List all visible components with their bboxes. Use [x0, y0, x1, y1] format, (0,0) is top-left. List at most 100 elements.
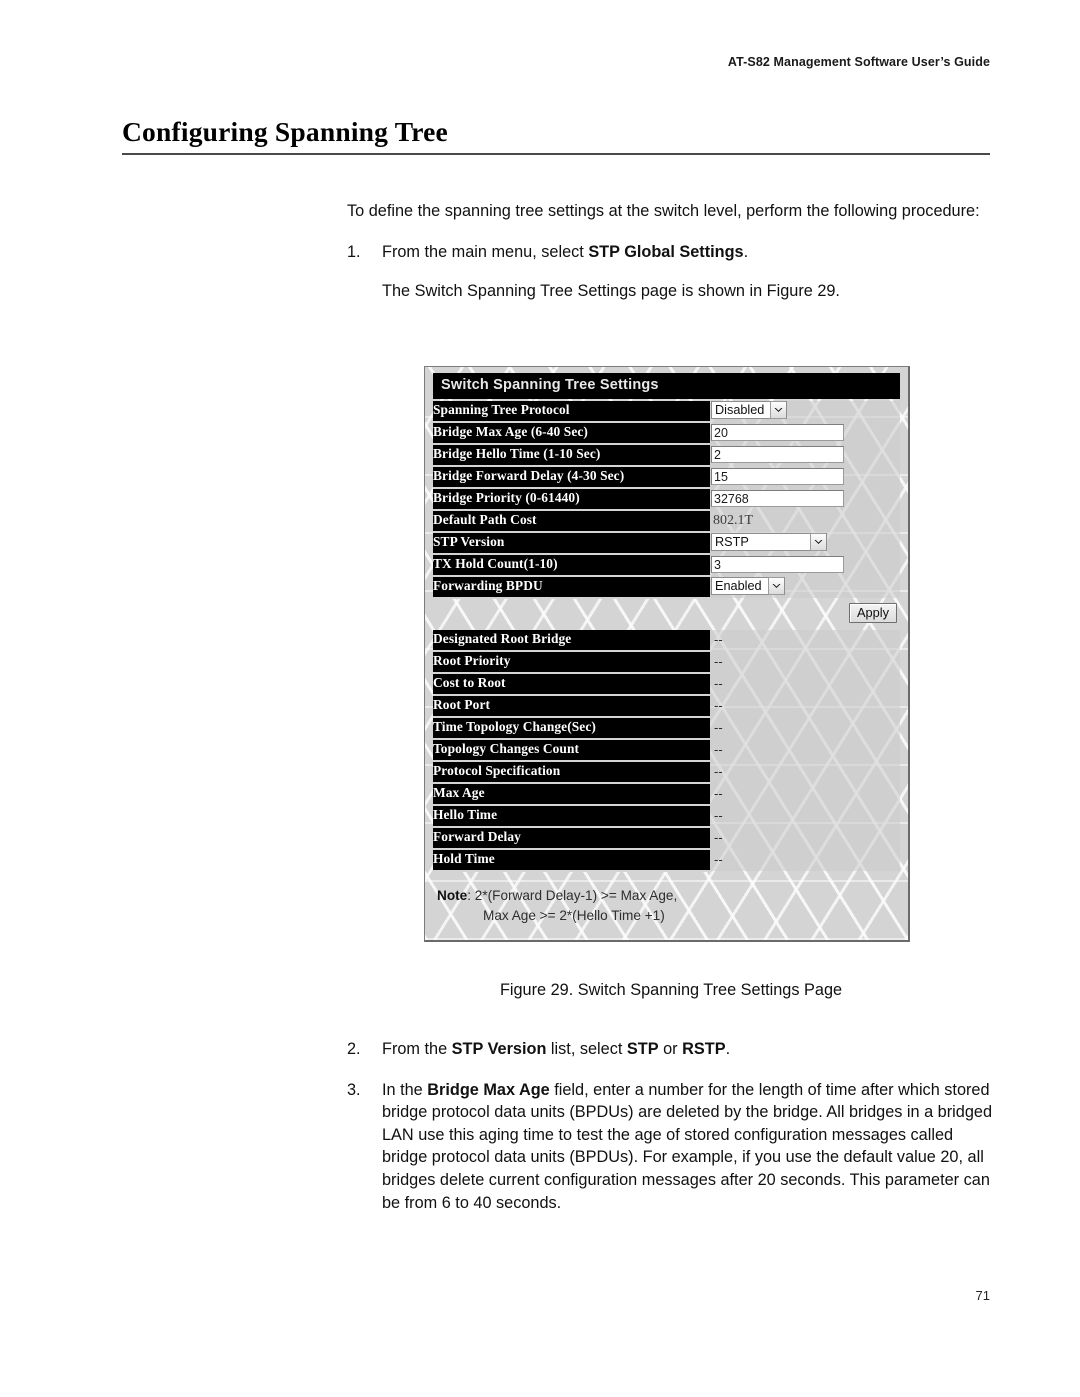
status-label-cost-to-root: Cost to Root: [433, 672, 710, 696]
chevron-down-icon[interactable]: [768, 577, 784, 596]
settings-value-cell-tx-hold-count-1-10: 3: [710, 553, 900, 576]
step-1-text-before: From the main menu, select: [382, 242, 589, 261]
step-3-number: 3.: [347, 1080, 361, 1099]
step-3-text-before: In the: [382, 1080, 428, 1099]
step-2-text: From the STP Version list, select STP or…: [382, 1038, 995, 1061]
note-block: Note: 2*(Forward Delay-1) >= Max Age, Ma…: [433, 884, 900, 932]
step-2-text-mid2: or: [658, 1040, 683, 1058]
settings-value-cell-bridge-hello-time-1-10-sec: 2: [710, 443, 900, 466]
settings-row-tx-hold-count-1-10: TX Hold Count(1-10) 3: [433, 553, 900, 577]
status-value-time-topology-change-sec: --: [714, 720, 723, 735]
settings-row-bridge-priority-0-61440: Bridge Priority (0-61440) 32768: [433, 487, 900, 511]
status-value-cell-max-age: --: [710, 782, 900, 805]
settings-label-bridge-forward-delay-4-30-sec: Bridge Forward Delay (4-30 Sec): [433, 465, 710, 489]
settings-label-bridge-priority-0-61440: Bridge Priority (0-61440): [433, 487, 710, 511]
step-2-bold-stp-version: STP Version: [451, 1040, 547, 1058]
settings-value-cell-spanning-tree-protocol: Disabled: [710, 400, 900, 422]
status-row-hold-time: Hold Time --: [433, 848, 900, 872]
settings-value-cell-stp-version: RSTP: [710, 531, 900, 554]
stp-version-select-value: RSTP: [715, 535, 749, 550]
title-divider: [122, 152, 990, 155]
status-value-root-port: --: [714, 698, 723, 713]
stp-version-select[interactable]: RSTP: [711, 533, 827, 552]
status-label-hold-time: Hold Time: [433, 848, 710, 872]
bridge-forward-delay-4-30-sec-input[interactable]: 15: [711, 467, 844, 485]
spanning-tree-protocol-select[interactable]: Disabled: [711, 401, 787, 420]
status-label-hello-time: Hello Time: [433, 804, 710, 828]
settings-label-forwarding-bpdu: Forwarding BPDU: [433, 575, 710, 599]
status-row-root-priority: Root Priority --: [433, 650, 900, 674]
step-1-text-after: .: [743, 242, 749, 261]
settings-value-cell-bridge-max-age-6-40-sec: 20: [710, 421, 900, 444]
status-label-root-priority: Root Priority: [433, 650, 710, 674]
bridge-hello-time-1-10-sec-input[interactable]: 2: [711, 445, 844, 463]
status-value-designated-root-bridge: --: [714, 632, 723, 647]
status-label-forward-delay: Forward Delay: [433, 826, 710, 850]
page-title: Configuring Spanning Tree: [122, 116, 448, 147]
step-1-number: 1.: [347, 242, 361, 261]
step-1-continuation: The Switch Spanning Tree Settings page i…: [382, 282, 840, 301]
settings-label-spanning-tree-protocol: Spanning Tree Protocol: [433, 400, 710, 423]
status-value-cost-to-root: --: [714, 676, 723, 691]
settings-label-bridge-hello-time-1-10-sec: Bridge Hello Time (1-10 Sec): [433, 443, 710, 467]
status-label-max-age: Max Age: [433, 782, 710, 806]
settings-label-bridge-max-age-6-40-sec: Bridge Max Age (6-40 Sec): [433, 421, 710, 445]
status-value-root-priority: --: [714, 654, 723, 669]
switch-spanning-tree-settings-panel: Switch Spanning Tree Settings Spanning T…: [433, 373, 900, 932]
status-row-root-port: Root Port --: [433, 694, 900, 718]
status-value-cell-topology-changes-count: --: [710, 738, 900, 761]
page-title-block: Configuring Spanning Tree: [122, 116, 990, 155]
intro-section: To define the spanning tree settings at …: [347, 200, 995, 303]
chevron-down-icon[interactable]: [810, 533, 826, 552]
settings-row-stp-version: STP Version RSTP: [433, 531, 900, 555]
status-label-protocol-specification: Protocol Specification: [433, 760, 710, 784]
status-row-protocol-specification: Protocol Specification --: [433, 760, 900, 784]
apply-row: Apply: [433, 599, 900, 628]
bridge-max-age-6-40-sec-input[interactable]: 20: [711, 423, 844, 441]
page-number: 71: [975, 1288, 990, 1303]
step-3: 3. In the Bridge Max Age field, enter a …: [347, 1079, 995, 1215]
settings-row-default-path-cost: Default Path Cost 802.1T: [433, 509, 900, 533]
settings-value-cell-bridge-priority-0-61440: 32768: [710, 487, 900, 510]
status-value-cell-hold-time: --: [710, 848, 900, 871]
status-value-cell-cost-to-root: --: [710, 672, 900, 695]
settings-label-stp-version: STP Version: [433, 531, 710, 555]
intro-paragraph: To define the spanning tree settings at …: [347, 202, 980, 220]
note-line-1-text: : 2*(Forward Delay-1) >= Max Age,: [467, 887, 678, 903]
note-line-2: Max Age >= 2*(Hello Time +1): [483, 907, 665, 923]
chevron-down-icon[interactable]: [770, 401, 786, 420]
status-value-cell-forward-delay: --: [710, 826, 900, 849]
status-row-hello-time: Hello Time --: [433, 804, 900, 828]
status-value-cell-time-topology-change-sec: --: [710, 716, 900, 739]
settings-table: Spanning Tree Protocol Disabled Bridge Max…: [433, 400, 900, 599]
note-label: Note: [437, 887, 468, 903]
step-2: 2. From the STP Version list, select STP…: [347, 1038, 995, 1061]
step-1: 1. From the main menu, select STP Global…: [347, 241, 995, 264]
default-path-cost-value: 802.1T: [713, 513, 754, 528]
status-row-designated-root-bridge: Designated Root Bridge --: [433, 629, 900, 652]
step-1-text: From the main menu, select STP Global Se…: [382, 241, 995, 264]
status-label-time-topology-change-sec: Time Topology Change(Sec): [433, 716, 710, 740]
status-value-max-age: --: [714, 786, 723, 801]
settings-row-bridge-forward-delay-4-30-sec: Bridge Forward Delay (4-30 Sec) 15: [433, 465, 900, 489]
status-value-hello-time: --: [714, 808, 723, 823]
tx-hold-count-1-10-input[interactable]: 3: [711, 555, 844, 573]
step-2-bold-stp: STP: [626, 1040, 659, 1058]
bridge-priority-0-61440-input[interactable]: 32768: [711, 489, 844, 507]
spanning-tree-protocol-select-value: Disabled: [715, 403, 765, 418]
status-row-forward-delay: Forward Delay --: [433, 826, 900, 850]
step-2-text-after: .: [725, 1040, 731, 1058]
forwarding-bpdu-select[interactable]: Enabled: [711, 577, 785, 596]
settings-value-cell-bridge-forward-delay-4-30-sec: 15: [710, 465, 900, 488]
step-2-bold-rstp: RSTP: [682, 1040, 726, 1058]
settings-row-spanning-tree-protocol: Spanning Tree Protocol Disabled: [433, 400, 900, 423]
lower-steps-section: 2. From the STP Version list, select STP…: [347, 1020, 995, 1214]
step-1-bold: STP Global Settings: [588, 242, 744, 261]
status-label-topology-changes-count: Topology Changes Count: [433, 738, 710, 762]
status-value-cell-hello-time: --: [710, 804, 900, 827]
status-table: Designated Root Bridge -- Root Priority -- C…: [433, 629, 900, 872]
settings-value-cell-default-path-cost: 802.1T: [710, 509, 900, 532]
apply-button[interactable]: Apply: [848, 602, 897, 623]
note-line-1: Note: 2*(Forward Delay-1) >= Max Age,: [437, 886, 900, 906]
settings-label-tx-hold-count-1-10: TX Hold Count(1-10): [433, 553, 710, 577]
